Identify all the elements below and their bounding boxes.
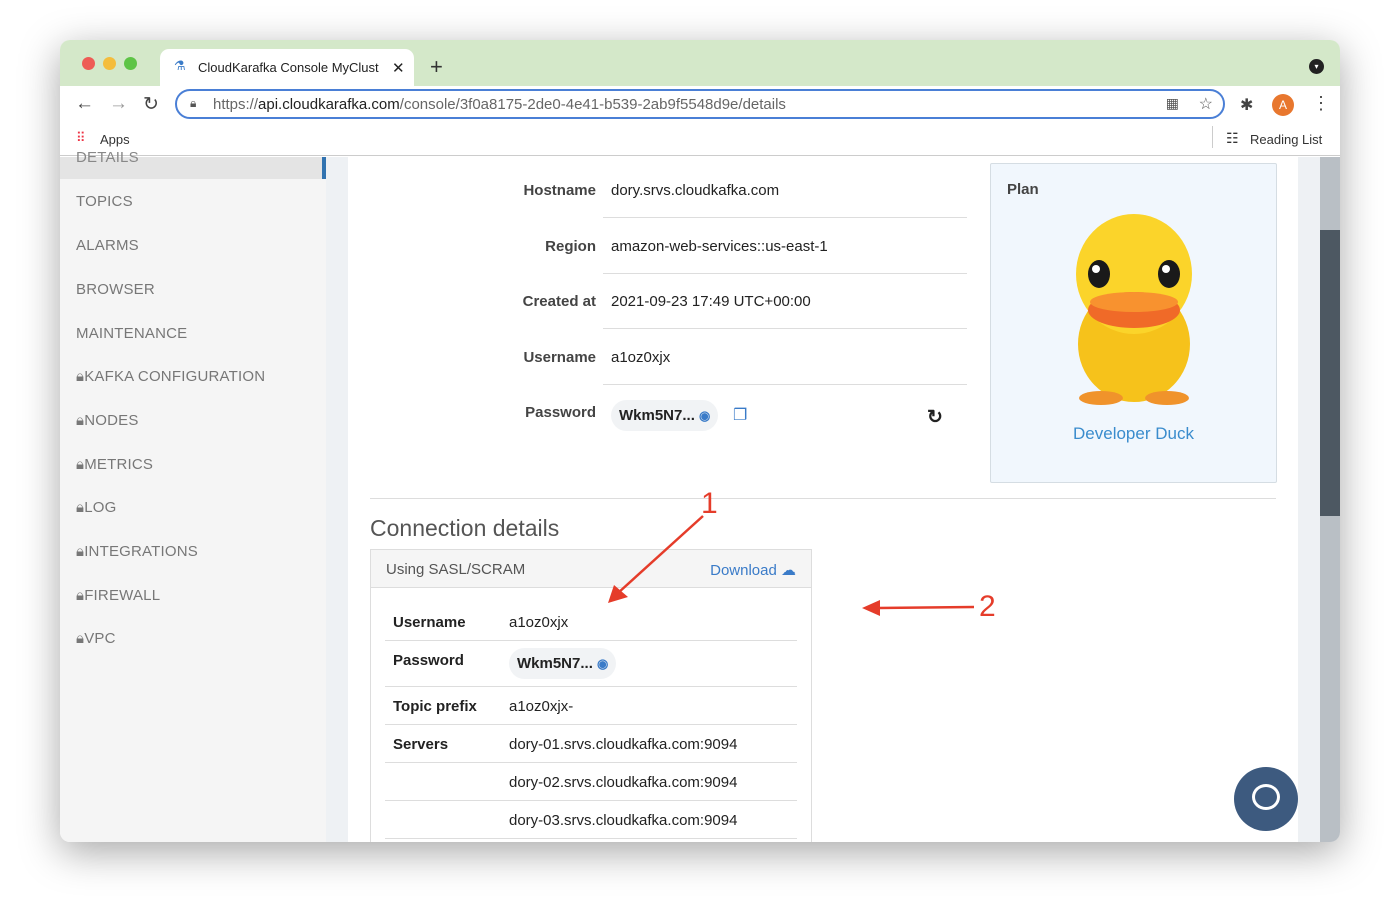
- qr-code-icon[interactable]: ▦: [1166, 95, 1179, 112]
- profile-avatar[interactable]: A: [1272, 94, 1294, 116]
- sidebar: DETAILS TOPICS ALARMS BROWSER MAINTENANC…: [60, 149, 326, 842]
- sidebar-item-label: DETAILS: [76, 149, 139, 166]
- sidebar-item-log[interactable]: 🔒︎LOG: [76, 499, 116, 516]
- sidebar-item-topics[interactable]: TOPICS: [76, 193, 133, 210]
- sidebar-item-label: KAFKA CONFIGURATION: [84, 368, 266, 385]
- back-icon[interactable]: ←: [75, 93, 94, 115]
- close-window-button[interactable]: [82, 57, 95, 70]
- minimize-window-button[interactable]: [103, 57, 116, 70]
- reading-list-button[interactable]: Reading List: [1250, 132, 1322, 147]
- tab-search-icon[interactable]: ▾: [1309, 59, 1324, 74]
- scrollbar[interactable]: [1320, 157, 1340, 842]
- lock-icon: 🔒︎: [76, 456, 85, 473]
- maximize-window-button[interactable]: [124, 57, 137, 70]
- sidebar-item-label: NODES: [84, 412, 139, 429]
- lock-icon: 🔒︎: [76, 368, 85, 385]
- menu-icon[interactable]: ⋮: [1312, 93, 1330, 114]
- forward-icon[interactable]: →: [109, 93, 128, 115]
- lock-icon: 🔒︎: [190, 96, 197, 110]
- chat-bubble-icon: [1252, 784, 1280, 810]
- main-content: Hostname dory.srvs.cloudkafka.com Region…: [348, 157, 1298, 842]
- bookmark-star-icon[interactable]: ☆: [1199, 94, 1213, 114]
- extensions-icon[interactable]: ✱: [1240, 95, 1253, 115]
- lock-icon: 🔒︎: [76, 499, 85, 516]
- url-path: /console/3f0a8175-2de0-4e41-b539-2ab9f55…: [399, 96, 786, 113]
- sidebar-item-browser[interactable]: BROWSER: [76, 281, 155, 298]
- lock-icon: 🔒︎: [76, 587, 85, 604]
- tab-bar: ⚗ CloudKarafka Console MyClust ✕ + ▾: [60, 40, 1340, 86]
- sidebar-item-alarms[interactable]: ALARMS: [76, 237, 139, 254]
- reload-icon[interactable]: ↻: [143, 93, 159, 116]
- gutter: [1298, 157, 1320, 842]
- address-bar[interactable]: 🔒︎ https://api.cloudkarafka.com/console/…: [175, 89, 1225, 119]
- url-prefix: https://: [213, 96, 259, 113]
- sidebar-item-label: VPC: [84, 630, 116, 647]
- gutter: [326, 157, 348, 842]
- sidebar-item-firewall[interactable]: 🔒︎FIREWALL: [76, 587, 160, 604]
- sidebar-item-label: LOG: [84, 499, 117, 516]
- scrollbar-thumb[interactable]: [1320, 230, 1340, 516]
- sidebar-item-integrations[interactable]: 🔒︎INTEGRATIONS: [76, 543, 198, 560]
- browser-tab[interactable]: ⚗ CloudKarafka Console MyClust ✕: [160, 49, 414, 86]
- sidebar-item-label: FIREWALL: [84, 587, 161, 604]
- lock-icon: 🔒︎: [76, 630, 85, 647]
- apps-grid-icon: ⠿: [76, 130, 86, 145]
- lock-icon: 🔒︎: [76, 412, 85, 429]
- sidebar-item-details[interactable]: DETAILS: [60, 149, 326, 179]
- sidebar-item-label: INTEGRATIONS: [84, 543, 198, 560]
- browser-toolbar: ← → ↻ 🔒︎ https://api.cloudkarafka.com/co…: [60, 86, 1340, 122]
- lock-icon: 🔒︎: [76, 543, 85, 560]
- sidebar-item-maintenance[interactable]: MAINTENANCE: [76, 325, 187, 342]
- annotation-2: 2: [979, 590, 996, 623]
- sidebar-item-label: METRICS: [84, 456, 154, 473]
- chat-button[interactable]: [1234, 767, 1298, 831]
- sidebar-item-vpc[interactable]: 🔒︎VPC: [76, 630, 116, 647]
- tab-title: CloudKarafka Console MyClust: [198, 60, 379, 75]
- flask-icon: ⚗: [174, 58, 186, 73]
- divider: [1212, 126, 1213, 148]
- browser-window: ⚗ CloudKarafka Console MyClust ✕ + ▾ ← →…: [60, 40, 1340, 842]
- new-tab-button[interactable]: +: [430, 54, 443, 80]
- sidebar-item-kafka-configuration[interactable]: 🔒︎KAFKA CONFIGURATION: [76, 368, 265, 385]
- reading-list-icon: ☷: [1226, 130, 1239, 146]
- url-host: api.cloudkarafka.com: [258, 96, 400, 113]
- sidebar-item-nodes[interactable]: 🔒︎NODES: [76, 412, 139, 429]
- bookmarks-bar: ⠿ Apps ☷ Reading List: [60, 122, 1340, 156]
- annotation-arrows: [608, 515, 975, 616]
- close-tab-icon[interactable]: ✕: [392, 59, 405, 77]
- annotation-1: 1: [701, 487, 718, 520]
- sidebar-item-metrics[interactable]: 🔒︎METRICS: [76, 456, 153, 473]
- apps-bookmark[interactable]: Apps: [100, 132, 130, 147]
